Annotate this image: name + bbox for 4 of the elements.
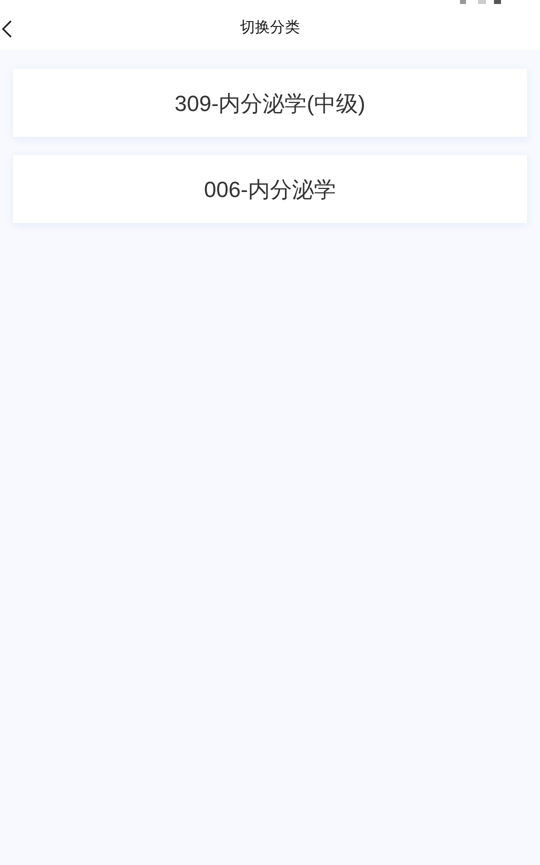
category-item[interactable]: 006-内分泌学: [13, 155, 527, 223]
category-item[interactable]: 309-内分泌学(中级): [13, 69, 527, 137]
back-icon[interactable]: [2, 20, 12, 38]
page-title: 切换分类: [240, 18, 300, 38]
